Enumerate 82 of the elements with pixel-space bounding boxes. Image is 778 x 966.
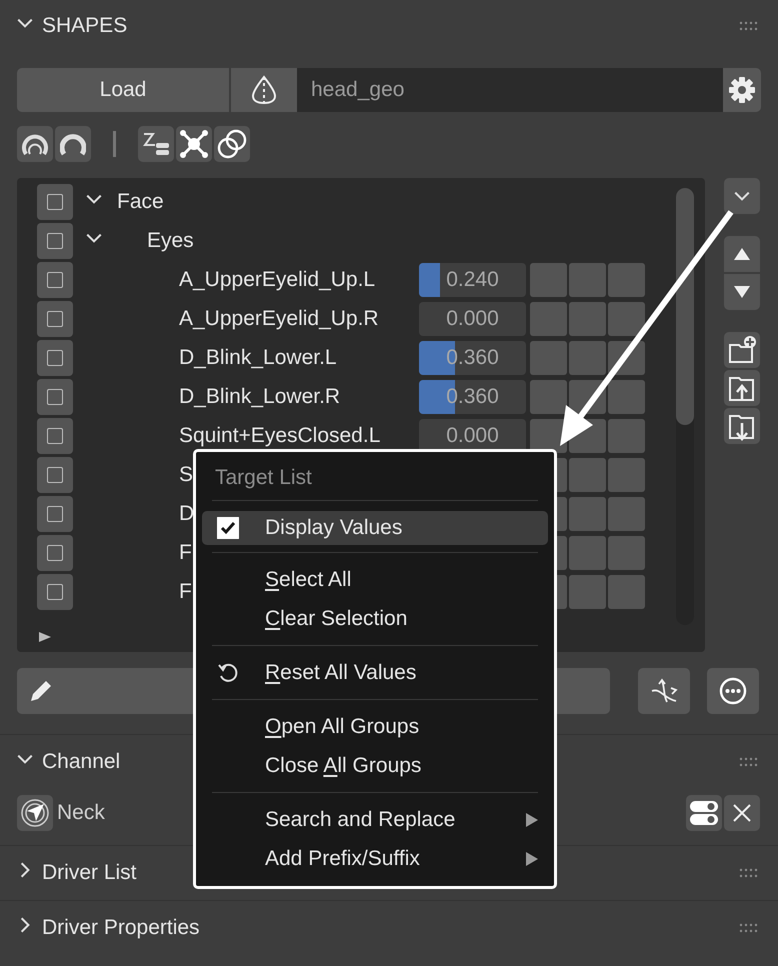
toggle-button[interactable]: [686, 795, 722, 831]
section-title[interactable]: Driver Properties: [42, 916, 730, 940]
object-name-field[interactable]: head_geo: [297, 68, 723, 112]
menu-item[interactable]: Select All: [202, 560, 548, 599]
panel-title[interactable]: SHAPES: [42, 14, 730, 38]
tool-button[interactable]: [17, 126, 53, 162]
load-button[interactable]: Load: [17, 68, 229, 112]
checkbox[interactable]: [37, 184, 73, 220]
menu-title: Target List: [214, 465, 313, 491]
toggles-icon: [689, 799, 719, 827]
tree-item-label[interactable]: A_UpperEyelid_Up.R: [179, 306, 379, 330]
resize-triangle-icon[interactable]: [39, 632, 51, 642]
tree-item-label[interactable]: Eyes: [147, 228, 194, 252]
tree-item-label[interactable]: Face: [117, 190, 164, 214]
tree-item-label[interactable]: S: [179, 462, 194, 486]
move-down-button[interactable]: [724, 274, 760, 310]
reset-icon: [217, 662, 239, 684]
triangle-down-icon: [734, 286, 750, 298]
menu-item[interactable]: Close All Groups: [202, 746, 548, 785]
add-folder-button[interactable]: [724, 332, 760, 368]
menu-item[interactable]: Display Values: [202, 511, 548, 545]
triangle-up-icon: [734, 248, 750, 260]
move-up-button[interactable]: [724, 236, 760, 272]
close-icon: [732, 803, 752, 823]
checkbox[interactable]: [37, 378, 73, 414]
checkbox[interactable]: [37, 340, 73, 376]
key-cell-row[interactable]: [530, 340, 645, 374]
tool-button[interactable]: [214, 126, 250, 162]
key-cell-row[interactable]: [530, 262, 645, 296]
checkbox[interactable]: [37, 456, 73, 492]
submenu-arrow-icon: [526, 812, 538, 826]
menu-item[interactable]: Clear Selection: [202, 599, 548, 638]
checkbox[interactable]: [37, 574, 73, 610]
submenu-arrow-icon: [526, 852, 538, 866]
settings-icon: [728, 76, 756, 104]
arc-icon: [22, 132, 48, 156]
menu-item[interactable]: Add Prefix/Suffix: [202, 839, 548, 878]
drag-handle-icon[interactable]: [738, 923, 760, 933]
drag-handle-icon[interactable]: [738, 868, 760, 878]
key-cell-row[interactable]: [530, 380, 645, 414]
symmetry-icon: [250, 75, 278, 105]
checkbox[interactable]: [37, 496, 73, 532]
checkbox[interactable]: [37, 534, 73, 570]
menu-item[interactable]: Reset All Values: [202, 653, 548, 692]
checkbox[interactable]: [37, 262, 73, 298]
checkbox[interactable]: [37, 300, 73, 336]
tree-item-label[interactable]: F: [179, 540, 192, 564]
overlapping-circles-icon: [217, 129, 247, 159]
bone-button[interactable]: [17, 795, 53, 831]
bone-target-icon: [20, 798, 50, 828]
value-slider[interactable]: 0.000: [419, 302, 526, 336]
tree-item-label[interactable]: D: [179, 502, 194, 526]
settings-button[interactable]: [723, 68, 761, 112]
tool-button[interactable]: [176, 126, 212, 162]
folder-plus-icon: [727, 335, 757, 365]
menu-item[interactable]: Open All Groups: [202, 707, 548, 746]
folder-up-button[interactable]: [724, 370, 760, 406]
bone-name: Neck: [57, 801, 105, 825]
more-options-button[interactable]: [707, 668, 759, 714]
drag-handle-icon[interactable]: [738, 21, 760, 31]
checkbox[interactable]: [37, 418, 73, 454]
folder-down-button[interactable]: [724, 408, 760, 444]
scrollbar[interactable]: [676, 188, 694, 425]
tool-button[interactable]: [55, 126, 91, 162]
arc-icon: [60, 132, 86, 156]
tree-item-label[interactable]: F: [179, 580, 192, 604]
tree-item-label[interactable]: A_UpperEyelid_Up.L: [179, 268, 376, 292]
checkbox[interactable]: [37, 222, 73, 258]
tree-item-label[interactable]: Squint+EyesClosed.L: [179, 424, 380, 448]
key-cell-row[interactable]: [530, 302, 645, 336]
remove-button[interactable]: [724, 795, 760, 831]
curve-button[interactable]: [638, 668, 690, 714]
tree-item-label[interactable]: D_Blink_Lower.L: [179, 346, 337, 370]
value-slider[interactable]: 0.240: [419, 262, 526, 296]
more-icon: [718, 676, 748, 706]
tree-item-label[interactable]: D_Blink_Lower.R: [179, 384, 340, 408]
dropdown-button[interactable]: [724, 178, 760, 214]
tool-button[interactable]: [138, 126, 174, 162]
symmetry-button[interactable]: [231, 68, 297, 112]
node-graph-icon: [179, 129, 209, 159]
menu-item[interactable]: Search and Replace: [202, 800, 548, 839]
drag-handle-icon[interactable]: [738, 757, 760, 767]
